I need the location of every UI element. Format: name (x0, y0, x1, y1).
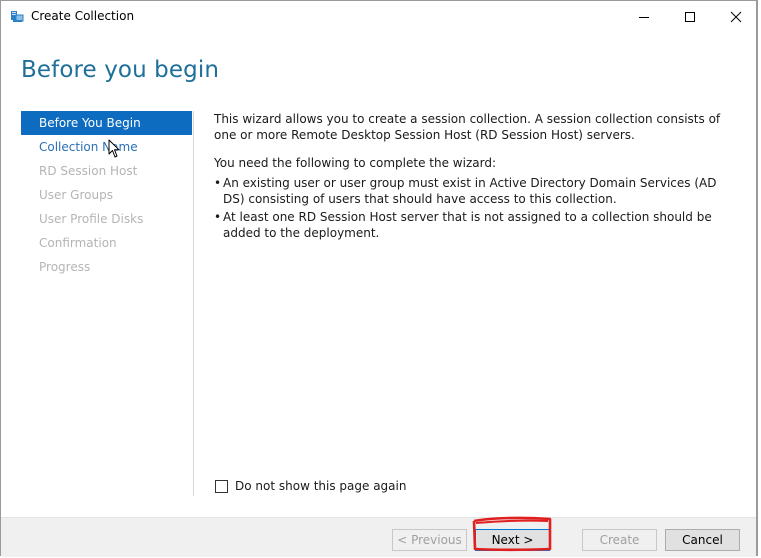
bullet-glyph: • (214, 210, 222, 224)
maximize-icon (685, 11, 695, 22)
nav-item-user-profile-disks: User Profile Disks (39, 212, 144, 226)
maximize-button[interactable] (667, 1, 713, 32)
list-item: • An existing user or user group must ex… (214, 175, 739, 207)
nav-item-collection-name[interactable]: Collection Name (21, 135, 192, 159)
bullet-glyph: • (214, 176, 222, 190)
nav-item-progress: Progress (39, 260, 91, 274)
cancel-button[interactable]: Cancel (665, 529, 740, 551)
minimize-icon (639, 16, 649, 18)
dont-show-again-row[interactable]: Do not show this page again (215, 479, 406, 493)
wizard-steps-nav: Before You Begin Collection Name RD Sess… (21, 111, 192, 279)
nav-divider (193, 111, 194, 496)
previous-button: < Previous (392, 529, 467, 551)
dont-show-again-checkbox[interactable] (215, 479, 228, 493)
create-button: Create (582, 529, 657, 551)
list-item-text: At least one RD Session Host server that… (223, 210, 712, 240)
window-title: Create Collection (31, 9, 135, 23)
wizard-content: Before you begin Before You Begin Collec… (1, 32, 756, 517)
list-item-text: An existing user or user group must exis… (223, 176, 717, 206)
wizard-main-panel: This wizard allows you to create a sessi… (214, 111, 739, 243)
requirements-heading: You need the following to complete the w… (214, 156, 496, 170)
dont-show-again-label[interactable]: Do not show this page again (235, 479, 406, 493)
close-button[interactable] (713, 1, 759, 32)
wizard-footer: < Previous Next > Create Cancel (1, 517, 756, 557)
nav-item-user-groups: User Groups (39, 188, 113, 202)
nav-item-confirmation: Confirmation (39, 236, 117, 250)
list-item: • At least one RD Session Host server th… (214, 209, 739, 241)
page-title: Before you begin (21, 57, 219, 83)
nav-item-before-you-begin[interactable]: Before You Begin (21, 111, 192, 135)
requirements-list: • An existing user or user group must ex… (214, 175, 739, 241)
nav-item-rd-session-host: RD Session Host (39, 164, 138, 178)
server-collection-icon (11, 11, 24, 22)
close-icon (730, 11, 742, 22)
title-bar[interactable]: Create Collection (1, 1, 756, 32)
next-button[interactable]: Next > (475, 529, 550, 551)
wizard-window: Create Collection Before you begin Befor… (0, 0, 758, 557)
minimize-button[interactable] (621, 1, 667, 32)
intro-text: This wizard allows you to create a sessi… (214, 112, 721, 142)
